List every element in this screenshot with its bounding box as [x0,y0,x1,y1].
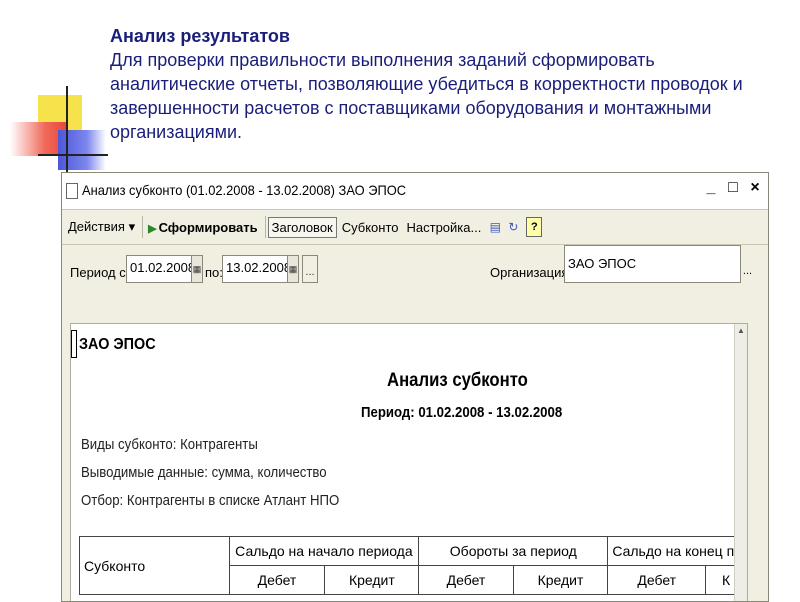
table-header-row: Субконто Сальдо на начало периода Оборот… [79,536,747,595]
report-output-data: Выводимые данные: сумма, количество [81,464,327,481]
col-closing-balance-header: Сальдо на конец пе [607,536,747,566]
window-title: Анализ субконто (01.02.2008 - 13.02.2008… [82,182,407,198]
calendar-icon[interactable]: ▦ [191,255,203,283]
actions-menu-button[interactable]: Действия ▾ [65,217,138,237]
run-report-button[interactable]: ▶ Сформировать [145,218,261,237]
settings-button[interactable]: Настройка... [404,218,485,237]
period-from-input[interactable]: 01.02.2008 [126,255,195,283]
opening-debit-header: Дебет [228,565,326,595]
cell-cursor [71,330,77,358]
report-period: Период: 01.02.2008 - 13.02.2008 [361,404,563,421]
report-sheet: ЗАО ЭПОС Анализ субконто Период: 01.02.2… [70,323,748,601]
toolbar-separator [264,216,266,238]
window-titlebar[interactable]: Анализ субконто (01.02.2008 - 13.02.2008… [62,173,768,210]
slide-text: Для проверки правильности выполнения зад… [110,50,743,142]
col-subkonto-header: Субконто [79,536,230,595]
period-select-button[interactable]: ... [302,255,318,283]
document-icon [66,183,78,199]
minimize-icon[interactable]: _ [704,179,718,197]
col-opening-balance-header: Сальдо на начало периода [228,536,420,566]
maximize-icon[interactable]: □ [726,179,740,197]
help-icon[interactable]: ? [526,217,543,237]
scroll-up-icon[interactable]: ▲ [736,326,746,336]
decor-horizontal-line [38,154,108,156]
report-filter: Отбор: Контрагенты в списке Атлант НПО [81,492,340,509]
header-toggle-button[interactable]: Заголовок [267,216,337,238]
refresh-arrow-icon[interactable]: ↻ [506,218,520,236]
report-title: Анализ субконто [387,370,528,391]
report-table: Субконто Сальдо на начало периода Оборот… [79,536,747,595]
organization-select-button[interactable]: ... [740,245,754,283]
organization-input[interactable]: ЗАО ЭПОС [564,245,754,283]
report-subkonto-types: Виды субконто: Контрагенты [81,436,258,453]
organization-label: Организация: [490,265,573,280]
window-controls: _ □ × [704,179,762,197]
closing-debit-header: Дебет [607,565,707,595]
slide-title: Анализ результатов [110,26,290,46]
toolbar-separator [142,216,144,238]
turnover-credit-header: Кредит [512,565,609,595]
close-icon[interactable]: × [748,179,762,197]
decor-vertical-line [66,86,68,178]
period-to-input[interactable]: 13.02.2008 [222,255,291,283]
copy-settings-icon[interactable]: ▤ [488,218,502,236]
period-to-label: по: [205,265,223,280]
vertical-scrollbar[interactable]: ▲ [734,324,747,601]
run-report-label: Сформировать [158,219,258,235]
report-window: Анализ субконто (01.02.2008 - 13.02.2008… [61,172,769,602]
filter-panel: Период с: 01.02.2008 ▦ по: 13.02.2008 ▦ … [62,245,768,299]
subkonto-button[interactable]: Субконто [339,218,402,237]
report-organization: ЗАО ЭПОС [79,336,156,353]
opening-credit-header: Кредит [324,565,420,595]
turnover-debit-header: Дебет [418,565,514,595]
play-icon: ▶ [148,222,157,235]
calendar-icon[interactable]: ▦ [287,255,299,283]
toolbar: Действия ▾ ▶ Сформировать Заголовок Субко… [62,210,768,245]
period-from-label: Период с: [70,265,130,280]
col-turnover-header: Обороты за период [418,536,609,566]
